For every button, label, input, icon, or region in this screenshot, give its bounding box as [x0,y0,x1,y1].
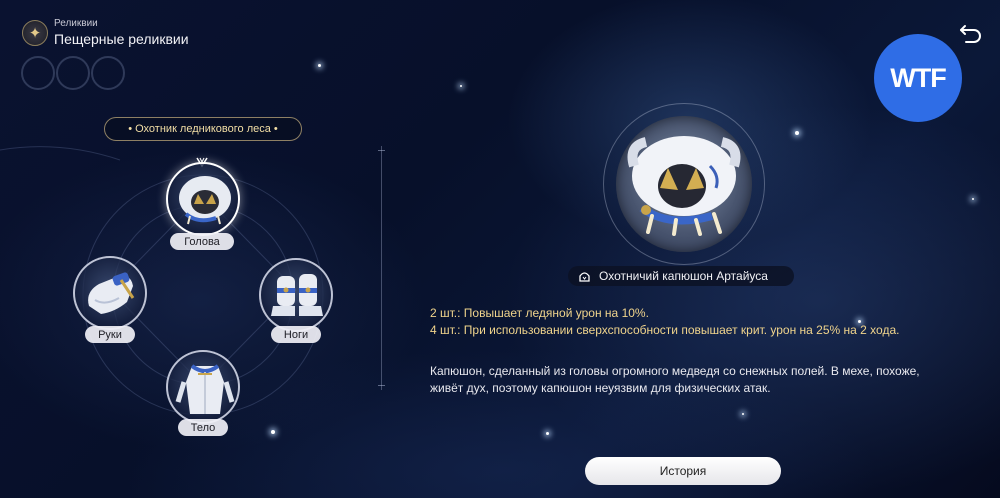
return-arrow-icon[interactable] [958,22,984,46]
page-title: Пещерные реликвии [54,31,189,47]
history-button[interactable]: История [585,457,781,485]
star [318,64,321,67]
wtf-logo: WTF [874,34,962,122]
set-bonus-4: 4 шт.: При использовании сверхспособност… [430,323,900,337]
emblem-decoration [21,56,125,90]
divider-tick [378,150,385,151]
slot-label-head: Голова [170,233,234,250]
item-name-badge: Охотничий капюшон Артайуса [568,266,794,286]
slot-head[interactable] [166,162,240,236]
star [546,432,549,435]
set-bonus-2: 2 шт.: Повышает ледяной урон на 10%. [430,306,649,320]
item-description: Капюшон, сделанный из головы огромного м… [430,364,920,395]
star [795,131,799,135]
bear-hood-icon [627,136,741,236]
slot-hands[interactable] [73,256,147,330]
hood-icon [579,271,590,282]
slot-label-body: Тело [178,419,228,436]
compass-star-icon: ✦ [22,20,48,46]
item-name: Охотничий капюшон Артайуса [599,269,768,283]
slot-legs[interactable] [259,258,333,332]
item-preview [616,116,752,252]
star [742,413,744,415]
star [460,85,462,87]
set-name-badge: • Охотник ледникового леса • [104,117,302,141]
star [972,198,974,200]
breadcrumb: Реликвии [54,18,98,29]
relic-screen: ✦ Реликвии Пещерные реликвии WTF • Охотн… [0,0,1000,498]
slot-label-legs: Ноги [271,326,321,343]
divider-tick [378,385,385,386]
divider [381,146,382,390]
slot-body[interactable] [166,350,240,424]
slot-label-hands: Руки [85,326,135,343]
